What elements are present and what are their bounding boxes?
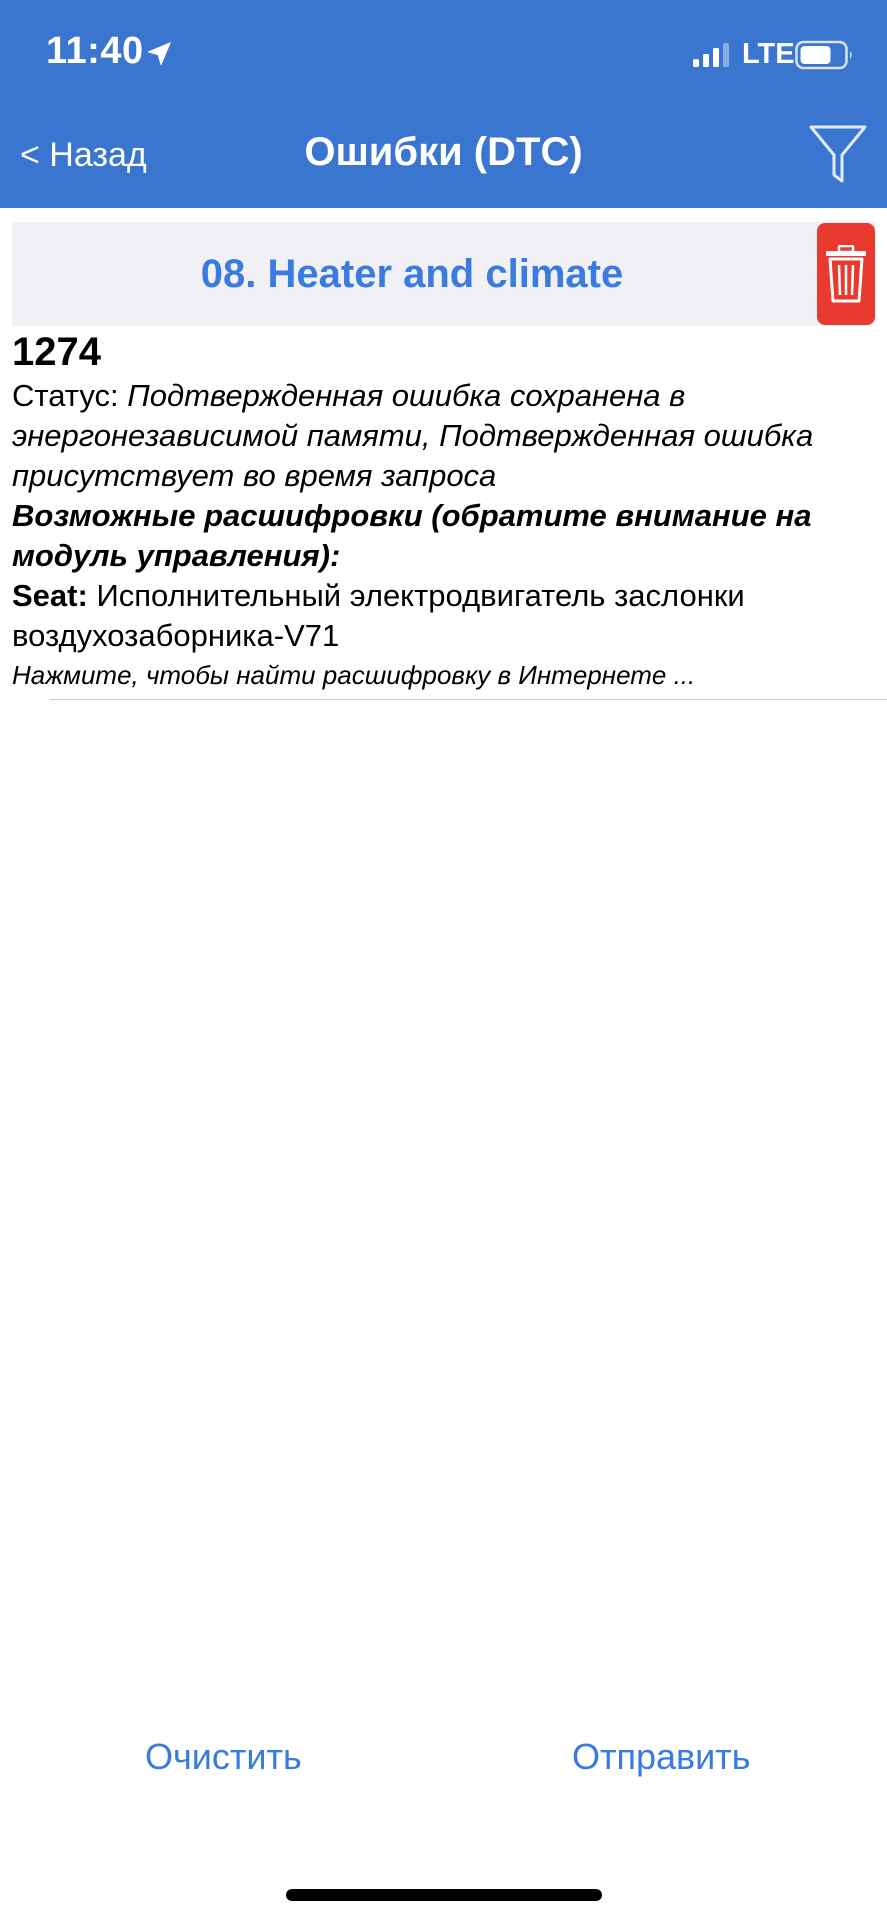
delete-button[interactable] [817, 223, 875, 325]
filter-icon[interactable] [808, 123, 868, 185]
error-status: Статус: Подтвержденная ошибка сохранена … [12, 376, 872, 496]
cellular-signal-icon [693, 43, 729, 67]
row-divider [50, 699, 887, 700]
error-entry[interactable]: 1274 Статус: Подтвержденная ошибка сохра… [12, 330, 872, 692]
decode-entry: Seat: Исполнительный электродвигатель за… [12, 576, 872, 656]
clear-button[interactable]: Очистить [145, 1736, 302, 1778]
back-button[interactable]: < Назад [20, 136, 147, 175]
error-code: 1274 [12, 330, 101, 374]
navigation-bar: 11:40 LTE < Назад Ошибки (DTC) [0, 0, 887, 208]
module-header: 08. Heater and climate [12, 222, 875, 326]
network-type: LTE [742, 38, 795, 70]
status-time: 11:40 [46, 30, 144, 72]
status-value: Подтвержденная ошибка сохранена в энерго… [12, 378, 814, 493]
search-online-link[interactable]: Нажмите, чтобы найти расшифровку в Интер… [12, 658, 872, 692]
trash-icon [826, 245, 866, 303]
decode-heading: Возможные расшифровки (обратите внимание… [12, 498, 812, 573]
decode-text: Исполнительный электродвигатель заслонки… [12, 578, 745, 653]
home-indicator[interactable] [286, 1889, 602, 1901]
location-arrow-icon [147, 42, 171, 66]
status-label: Статус: [12, 378, 119, 413]
decode-brand: Seat: [12, 578, 88, 613]
module-title: 08. Heater and climate [200, 252, 624, 296]
send-button[interactable]: Отправить [572, 1736, 751, 1778]
battery-icon [795, 40, 852, 70]
